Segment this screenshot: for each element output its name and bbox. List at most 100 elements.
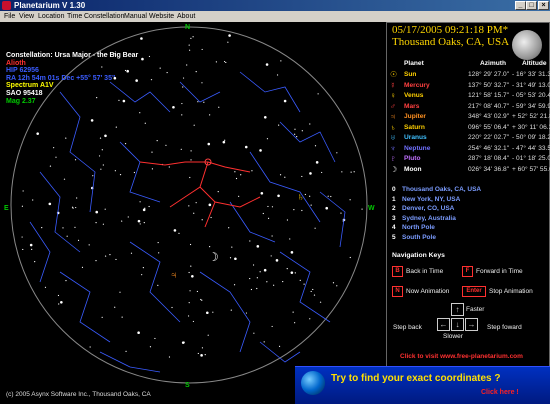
star — [253, 332, 255, 334]
star-sao: SAO 95418 — [6, 89, 43, 97]
banner-click-link[interactable]: Click here ! — [481, 389, 519, 396]
planet-name: Pluto — [404, 155, 421, 162]
menu-location[interactable]: Location — [38, 11, 64, 22]
window-title: Planetarium V 1.30 — [14, 1, 86, 10]
star — [148, 205, 150, 208]
star — [240, 174, 242, 176]
minimize-button[interactable]: _ — [515, 1, 526, 10]
star — [192, 36, 194, 38]
location-number: 5 — [392, 233, 396, 241]
star — [55, 156, 57, 158]
star — [304, 193, 306, 196]
star — [99, 137, 102, 139]
menu-website[interactable]: Website — [149, 11, 174, 22]
star — [223, 60, 226, 63]
menu-about[interactable]: About — [177, 11, 195, 22]
star — [90, 119, 94, 122]
star — [353, 171, 355, 173]
star — [228, 34, 231, 37]
menu-constellation[interactable]: Constellation — [84, 11, 124, 22]
location-name: North Pole — [402, 224, 435, 231]
star-name: Alioth — [6, 59, 26, 67]
star — [148, 55, 151, 58]
star — [104, 255, 107, 257]
star — [32, 199, 34, 201]
star — [48, 202, 52, 206]
star — [189, 49, 191, 51]
visit-link[interactable]: Click to visit www.free-planetarium.com — [400, 353, 523, 360]
planet-symbol-icon: ♀ — [390, 91, 396, 100]
constellation-name: Constellation: Ursa Major - the Big Bear — [6, 52, 139, 59]
star — [71, 206, 74, 208]
star — [159, 67, 161, 69]
stop-key[interactable]: Enter — [462, 286, 486, 297]
planet-azimuth: 217° 08' 40.7" — [468, 102, 510, 110]
left-arrow-key[interactable]: ← — [437, 318, 450, 331]
star — [301, 175, 303, 178]
star — [140, 37, 143, 40]
star — [104, 208, 106, 210]
planet-row: ♂ Mars 217° 08' 40.7" - 59° 34' 59.9" — [386, 101, 550, 112]
jupiter-icon[interactable]: ♃ — [170, 270, 178, 281]
moon-icon[interactable]: ☽ — [208, 250, 219, 264]
star — [75, 206, 77, 209]
star — [195, 202, 197, 204]
menu-manual[interactable]: Manual — [124, 11, 147, 22]
down-arrow-key[interactable]: ↓ — [451, 318, 464, 331]
planet-row: ♄ Saturn 096° 55' 06.4"+ 30° 11' 06.3" — [386, 123, 550, 133]
planet-altitude: + 30° 11' 06.3" — [512, 123, 550, 131]
back-key[interactable]: B — [392, 266, 403, 277]
star — [102, 223, 104, 225]
star — [309, 195, 311, 197]
star — [74, 159, 77, 161]
star — [312, 288, 314, 291]
coordinates-banner[interactable]: Try to find your exact coordinates ? Cli… — [295, 366, 550, 404]
star — [149, 346, 152, 348]
now-key[interactable]: N — [392, 286, 403, 297]
header-azimuth: Azimuth — [480, 60, 507, 67]
star — [230, 309, 232, 311]
star — [336, 152, 338, 154]
menu-time[interactable]: Time — [67, 11, 82, 22]
planet-symbol-icon: ☿ — [390, 80, 396, 90]
star — [142, 267, 144, 269]
forward-key[interactable]: F — [462, 266, 473, 277]
star — [256, 277, 258, 279]
close-button[interactable]: × — [538, 1, 549, 10]
star — [157, 284, 159, 286]
up-arrow-key[interactable]: ↑ — [451, 303, 464, 316]
star — [166, 71, 168, 74]
saturn-icon[interactable]: ♄ — [297, 192, 305, 203]
title-bar: Planetarium V 1.30 _ □ × — [0, 0, 550, 11]
star — [215, 61, 217, 63]
star — [310, 290, 312, 293]
star — [209, 246, 211, 248]
star — [313, 294, 316, 296]
star — [197, 101, 199, 103]
right-arrow-key[interactable]: → — [465, 318, 478, 331]
planet-altitude: - 16° 33' 31.3" — [512, 71, 550, 78]
star — [130, 252, 133, 254]
star — [115, 258, 117, 261]
star — [201, 82, 203, 84]
star — [283, 99, 287, 103]
planet-symbol-icon: ♂ — [390, 101, 396, 111]
location-name: Thousand Oaks, CA, USA — [402, 186, 482, 193]
star — [201, 299, 203, 301]
star — [197, 352, 199, 355]
planet-azimuth: 026° 34' 36.8" — [468, 165, 510, 173]
maximize-button[interactable]: □ — [526, 1, 537, 10]
menu-view[interactable]: View — [19, 11, 34, 22]
menu-file[interactable]: File — [4, 11, 15, 22]
sky-chart[interactable]: Constellation: Ursa Major - the Big Bear… — [0, 22, 383, 392]
planet-name: Mercury — [404, 81, 430, 89]
star — [58, 303, 60, 305]
planet-row: ♆ Neptune 254° 46' 32.1" - 47° 44' 33.5" — [386, 144, 550, 154]
location-number: 0 — [392, 186, 396, 193]
nav-heading: Navigation Keys — [392, 252, 445, 259]
menu-bar: File View Location Time Constellation Ma… — [0, 11, 550, 22]
star-hip: HIP 62956 — [6, 67, 39, 75]
star — [327, 195, 329, 197]
star — [180, 148, 182, 150]
star — [206, 311, 209, 315]
